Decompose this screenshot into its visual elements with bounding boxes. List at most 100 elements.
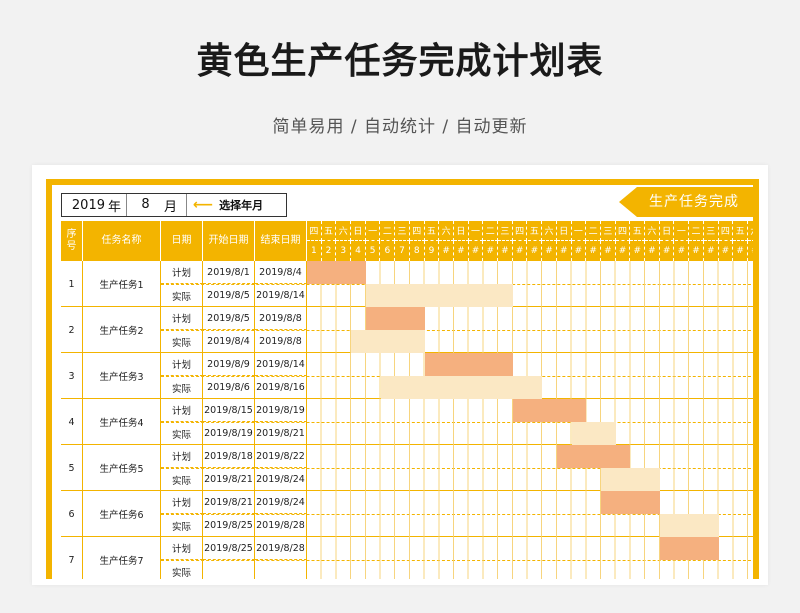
date-header: # xyxy=(469,241,484,261)
header-date: 日期 xyxy=(161,221,203,261)
task-name: 生产任务1 xyxy=(83,261,161,307)
date-header: 9 xyxy=(425,241,440,261)
date-header: # xyxy=(630,241,646,261)
weekday-header: 二 xyxy=(483,221,499,241)
banner-label: 生产任务完成 xyxy=(619,187,753,217)
actual-bar xyxy=(365,284,513,307)
plan-bar xyxy=(307,261,366,284)
actual-bar xyxy=(659,514,719,537)
plan-label: 计划 xyxy=(161,537,203,560)
date-header: # xyxy=(675,241,690,261)
actual-end: 2019/8/24 xyxy=(255,468,307,491)
table-header: 序 号 任务名称 日期 开始日期 结束日期 四1五2六3日4一5二6三7四8五9… xyxy=(61,221,753,261)
plan-end: 2019/8/19 xyxy=(255,399,307,422)
date-header: # xyxy=(513,241,528,261)
plan-start: 2019/8/18 xyxy=(203,445,255,468)
date-header: 7 xyxy=(395,241,410,261)
weekday-header: 三 xyxy=(703,221,719,241)
date-header: # xyxy=(483,241,499,261)
plan-end: 2019/8/28 xyxy=(255,537,307,560)
weekday-header: 四 xyxy=(307,221,322,241)
weekday-header: 二 xyxy=(380,221,396,241)
plan-start: 2019/8/15 xyxy=(203,399,255,422)
arrow-left-icon: ⟵ xyxy=(193,197,214,213)
date-header: 2 xyxy=(322,241,337,261)
date-header: # xyxy=(660,241,675,261)
weekday-header: 三 xyxy=(395,221,410,241)
weekday-header: 四 xyxy=(512,221,528,241)
task-name: 生产任务6 xyxy=(83,491,161,537)
selector-hint-text: 选择年月 xyxy=(219,199,264,212)
page-subtitle: 简单易用 / 自动统计 / 自动更新 xyxy=(272,117,528,137)
plan-start: 2019/8/25 xyxy=(203,537,255,560)
weekday-header: 四 xyxy=(615,221,631,241)
weekday-header: 一 xyxy=(468,221,484,241)
actual-start: 2019/8/19 xyxy=(203,422,255,445)
plan-label: 计划 xyxy=(161,445,203,468)
weekday-header: 五 xyxy=(527,221,543,241)
page-title: 黄色生产任务完成计划表 xyxy=(196,41,604,82)
plan-end: 2019/8/8 xyxy=(255,307,307,330)
date-header: # xyxy=(704,241,719,261)
weekday-header: 五 xyxy=(321,221,337,241)
actual-start: 2019/8/21 xyxy=(203,468,255,491)
plan-end: 2019/8/14 xyxy=(255,353,307,376)
date-header: # xyxy=(719,241,734,261)
weekday-header: 五 xyxy=(630,221,646,241)
task-seq: 3 xyxy=(61,353,83,399)
date-header: 4 xyxy=(351,241,366,261)
actual-start: 2019/8/5 xyxy=(203,284,255,307)
actual-start xyxy=(203,560,255,579)
weekday-header: 二 xyxy=(689,221,704,241)
weekday-header: 三 xyxy=(601,221,616,241)
date-header: # xyxy=(733,241,748,261)
task-seq: 1 xyxy=(61,261,83,307)
plan-label: 计划 xyxy=(161,307,203,330)
weekday-header: 一 xyxy=(365,221,381,241)
date-header: 3 xyxy=(336,241,352,261)
actual-bar xyxy=(380,376,543,399)
plan-end: 2019/8/24 xyxy=(255,491,307,514)
actual-end xyxy=(255,560,307,579)
plan-bar xyxy=(556,445,631,468)
actual-end: 2019/8/14 xyxy=(255,284,307,307)
actual-bar xyxy=(571,422,616,445)
plan-end: 2019/8/4 xyxy=(255,261,307,284)
gantt-frame: 2019 年 8 月 ⟵ 选择年月 生产任务完成 序 号 任务名称 日期 开始日… xyxy=(46,179,759,579)
actual-label: 实际 xyxy=(161,330,203,353)
year-value[interactable]: 2019 xyxy=(62,198,108,213)
plan-bar xyxy=(512,399,587,422)
header-seq-b: 号 xyxy=(66,241,77,252)
date-header: 5 xyxy=(366,241,381,261)
actual-label: 实际 xyxy=(161,560,203,579)
plan-label: 计划 xyxy=(161,261,203,284)
plan-label: 计划 xyxy=(161,491,203,514)
header-seq-a: 序 xyxy=(66,229,77,240)
task-name: 生产任务3 xyxy=(83,353,161,399)
weekday-header: 三 xyxy=(498,221,513,241)
plan-start: 2019/8/9 xyxy=(203,353,255,376)
header-end: 结束日期 xyxy=(255,221,307,261)
weekday-header: 一 xyxy=(571,221,587,241)
task-seq: 7 xyxy=(61,537,83,579)
plan-start: 2019/8/21 xyxy=(203,491,255,514)
date-header: 1 xyxy=(307,241,322,261)
header-start: 开始日期 xyxy=(203,221,255,261)
year-unit: 年 xyxy=(108,199,122,215)
month-unit: 月 xyxy=(164,199,178,215)
weekday-header: 六 xyxy=(336,221,352,241)
month-value[interactable]: 8 xyxy=(126,194,164,216)
weekday-header: 六 xyxy=(748,221,753,241)
actual-end: 2019/8/16 xyxy=(255,376,307,399)
date-header: # xyxy=(572,241,587,261)
actual-end: 2019/8/28 xyxy=(255,514,307,537)
date-header: # xyxy=(557,241,572,261)
plan-bar xyxy=(365,307,425,330)
weekday-header: 六 xyxy=(542,221,557,241)
date-header: # xyxy=(439,241,454,261)
actual-bar xyxy=(351,330,425,353)
year-month-selector[interactable]: 2019 年 8 月 ⟵ 选择年月 xyxy=(61,193,287,217)
weekday-header: 日 xyxy=(454,221,469,241)
task-name: 生产任务5 xyxy=(83,445,161,491)
weekday-header: 五 xyxy=(424,221,440,241)
